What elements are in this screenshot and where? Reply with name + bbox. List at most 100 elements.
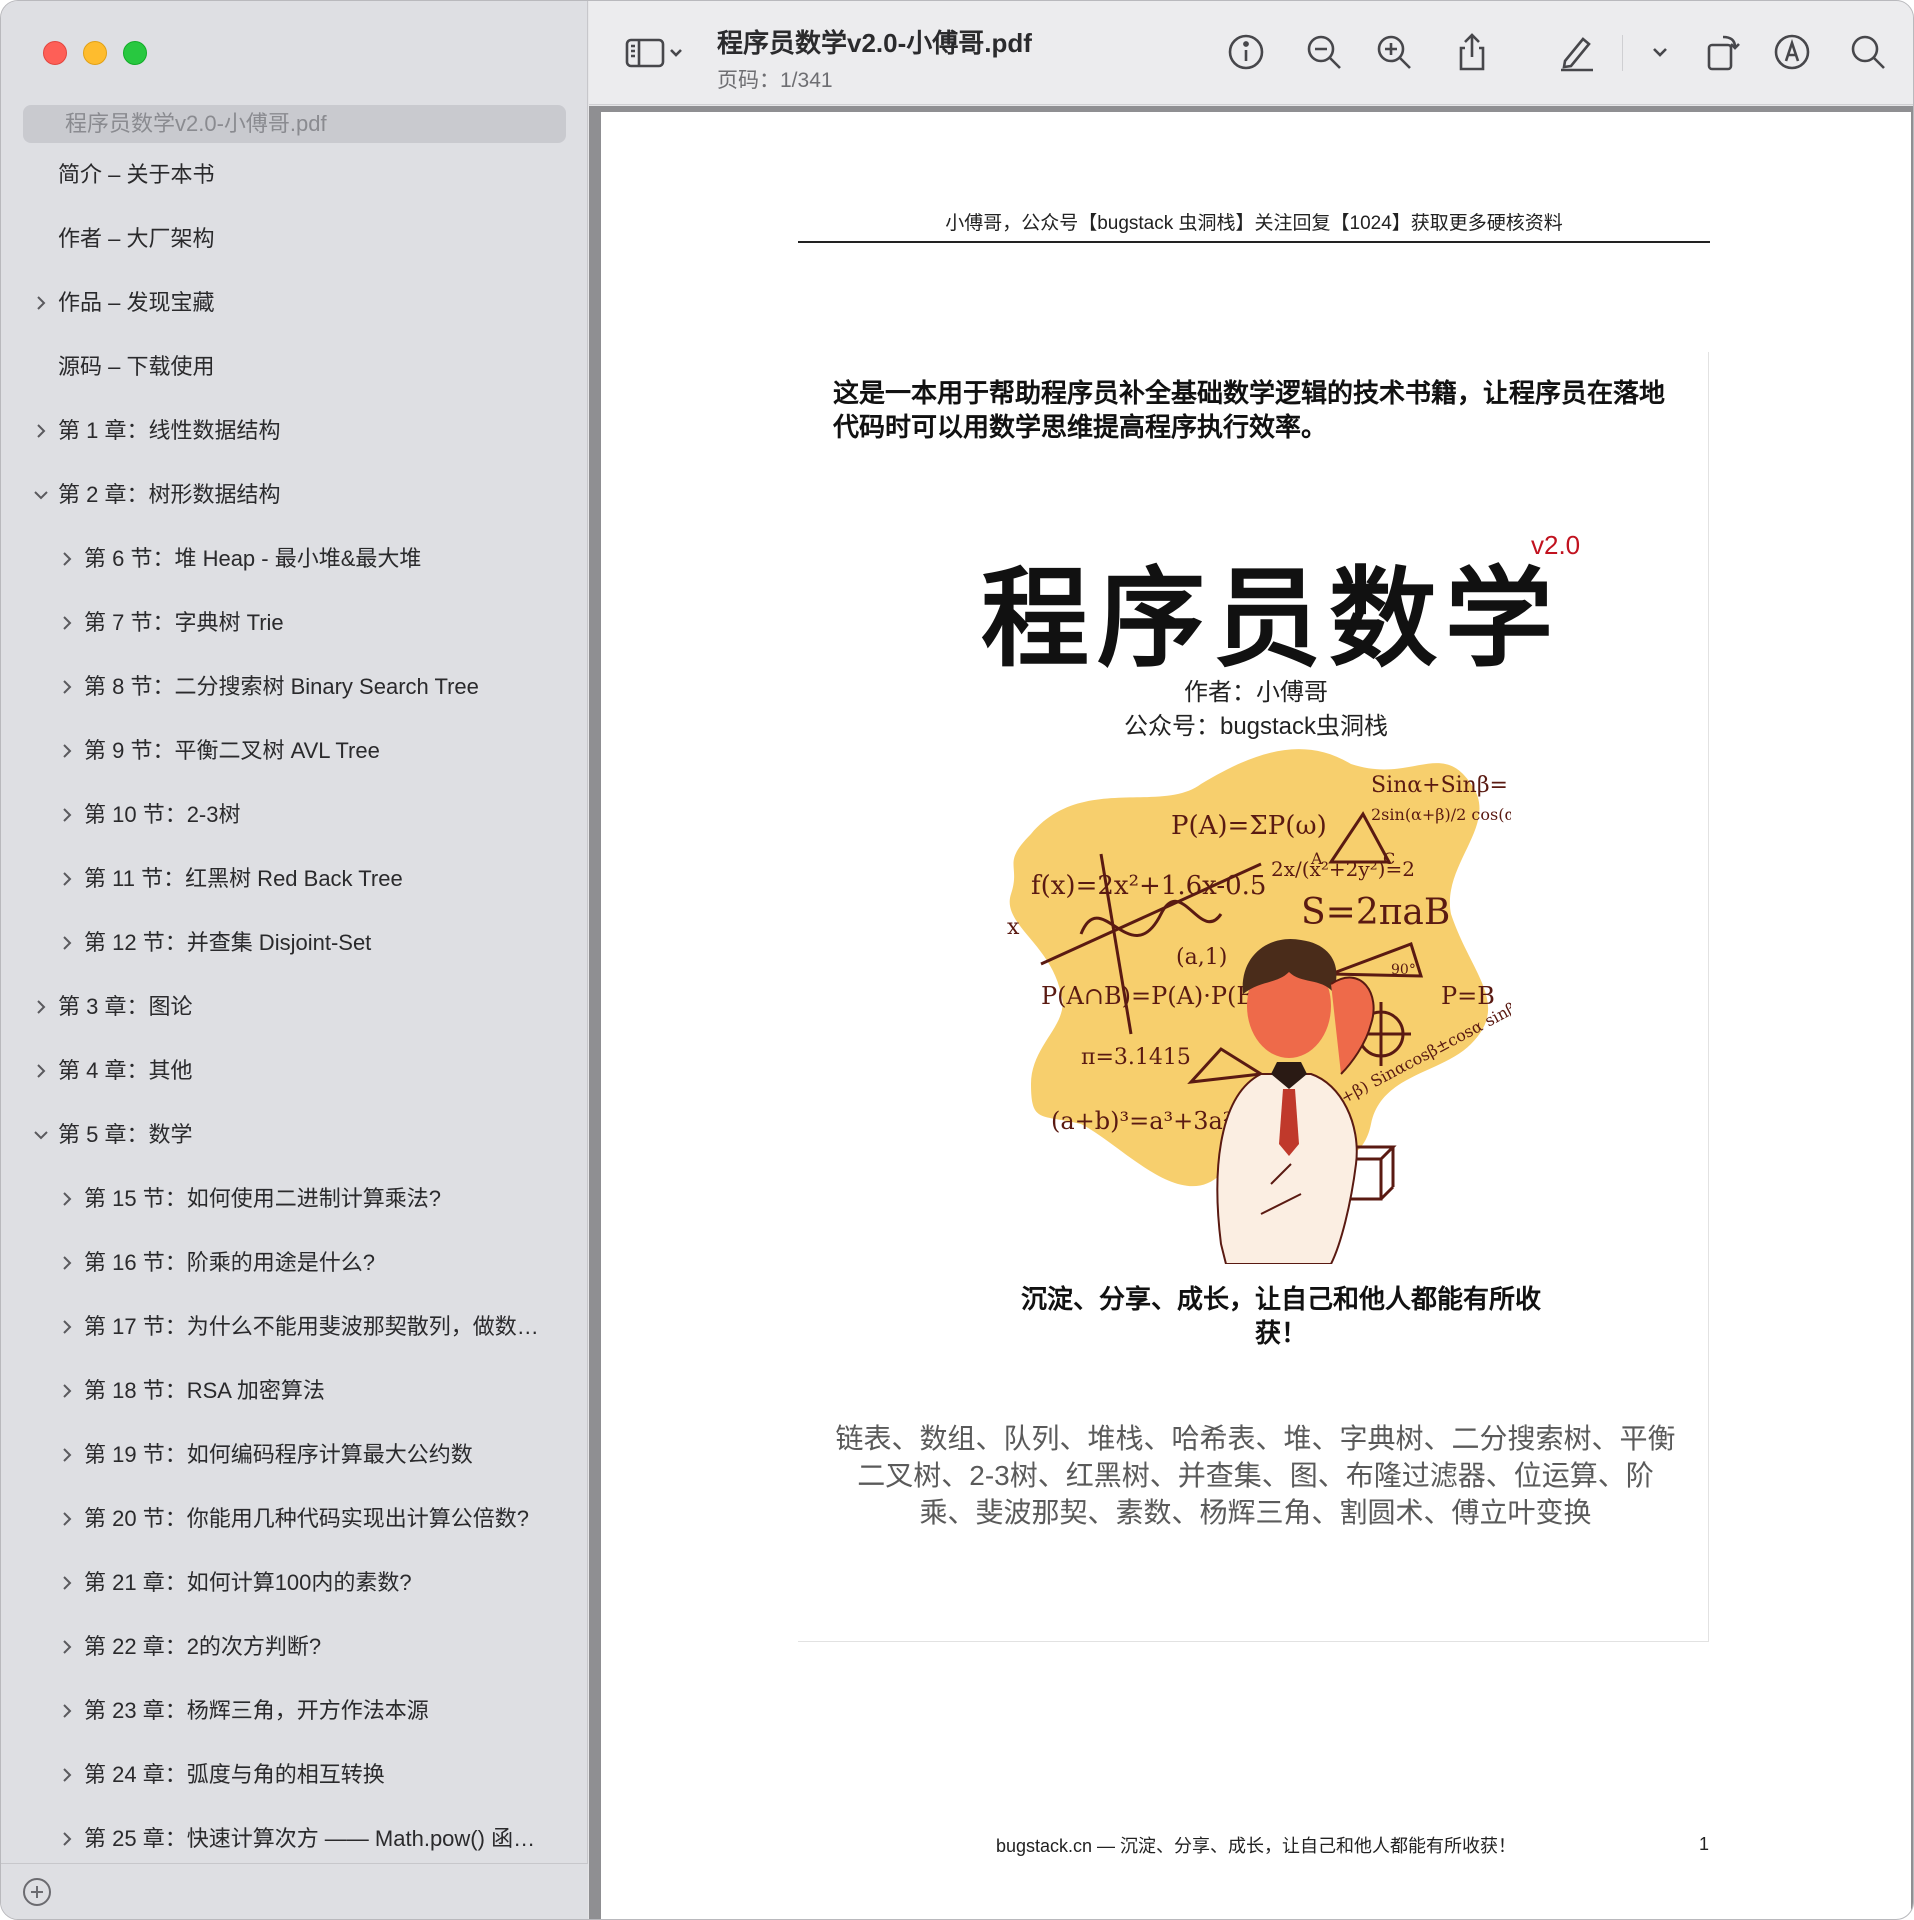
chevron-right-icon[interactable] xyxy=(57,719,77,783)
outline-item[interactable]: 第 6 节：堆 Heap - 最小堆&最大堆 xyxy=(1,527,588,591)
outline-item-label: 第 19 节：如何编码程序计算最大公约数 xyxy=(84,1442,473,1467)
chevron-right-icon[interactable] xyxy=(57,1615,77,1679)
topics-list: 链表、数组、队列、堆栈、哈希表、堆、字典树、二分搜索树、平衡二叉树、2-3树、红… xyxy=(835,1423,1676,1528)
chevron-right-icon[interactable] xyxy=(57,1551,77,1615)
outline-item-label: 源码 – 下载使用 xyxy=(58,354,215,379)
zoom-button[interactable] xyxy=(123,41,147,65)
outline-item[interactable]: 第 10 节：2-3树 xyxy=(1,783,588,847)
frame-line xyxy=(798,1641,1709,1642)
outline-item-label: 第 10 节：2-3树 xyxy=(84,802,241,827)
outline-item[interactable]: 作品 – 发现宝藏 xyxy=(1,271,588,335)
add-bookmark-button[interactable] xyxy=(23,1878,51,1906)
outline-item[interactable]: 第 20 节：你能用几种代码实现出计算公倍数? xyxy=(1,1487,588,1551)
chevron-right-icon[interactable] xyxy=(57,1679,77,1743)
document-view[interactable]: 小傅哥，公众号【bugstack 虫洞栈】关注回复【1024】获取更多硬核资料 … xyxy=(589,106,1913,1919)
outline-item[interactable]: 第 16 节：阶乘的用途是什么? xyxy=(1,1231,588,1295)
outline-item[interactable]: 第 1 章：线性数据结构 xyxy=(1,399,588,463)
book-title: 程序员数学 xyxy=(981,557,1562,682)
outline-item-label: 第 4 章：其他 xyxy=(58,1058,193,1083)
outline-item[interactable]: 第 23 章：杨辉三角，开方作法本源 xyxy=(1,1679,588,1743)
chevron-right-icon[interactable] xyxy=(57,591,77,655)
page-header: 小傅哥，公众号【bugstack 虫洞栈】关注回复【1024】获取更多硬核资料 xyxy=(798,208,1710,243)
outline-item[interactable]: 源码 – 下载使用 xyxy=(1,335,588,399)
chevron-right-icon[interactable] xyxy=(57,1295,77,1359)
chevron-right-icon[interactable] xyxy=(31,399,51,463)
outline-item[interactable]: 第 17 节：为什么不能用斐波那契散列，做数… xyxy=(1,1295,588,1359)
chevron-down-icon[interactable] xyxy=(31,463,51,527)
outline-item-label: 第 20 节：你能用几种代码实现出计算公倍数? xyxy=(84,1506,529,1531)
chevron-right-icon[interactable] xyxy=(57,783,77,847)
chevron-right-icon[interactable] xyxy=(57,847,77,911)
outline-item-label: 第 17 节：为什么不能用斐波那契散列，做数… xyxy=(84,1314,539,1339)
markup-pen-icon[interactable] xyxy=(1555,31,1597,73)
outline-item[interactable]: 第 9 节：平衡二叉树 AVL Tree xyxy=(1,719,588,783)
info-icon[interactable] xyxy=(1225,31,1267,73)
chevron-right-icon[interactable] xyxy=(57,1487,77,1551)
outline-item[interactable]: 第 22 章：2的次方判断? xyxy=(1,1615,588,1679)
frame-line xyxy=(1708,352,1709,1642)
sidebar-toggle-icon[interactable] xyxy=(623,31,685,73)
pdf-page: 小傅哥，公众号【bugstack 虫洞栈】关注回复【1024】获取更多硬核资料 … xyxy=(601,112,1911,1919)
outline-item[interactable]: 第 11 节：红黑树 Red Back Tree xyxy=(1,847,588,911)
annotate-icon[interactable] xyxy=(1771,31,1813,73)
outline-item-label: 第 1 章：线性数据结构 xyxy=(58,418,281,443)
outline-item[interactable]: 第 5 章：数学 xyxy=(1,1103,588,1167)
author-line: 作者：小傅哥 xyxy=(1184,679,1328,706)
chevron-right-icon[interactable] xyxy=(57,1423,77,1487)
chevron-down-icon[interactable] xyxy=(1645,31,1675,73)
page-footer: bugstack.cn — 沉淀、分享、成长，让自己和他人都能有所收获！ xyxy=(995,1836,1517,1856)
chevron-right-icon[interactable] xyxy=(57,527,77,591)
search-icon[interactable] xyxy=(1847,31,1889,73)
document-title[interactable]: 程序员数学v2.0-小傅哥.pdf xyxy=(717,23,1032,60)
outline-item[interactable]: 作者 – 大厂架构 xyxy=(1,207,588,271)
chevron-right-icon[interactable] xyxy=(57,1167,77,1231)
outline-item[interactable]: 简介 – 关于本书 xyxy=(1,143,588,207)
chevron-right-icon[interactable] xyxy=(57,911,77,975)
formula-text: P(A)=ΣP(ω) xyxy=(1171,811,1327,841)
outline-item-label: 第 21 章：如何计算100内的素数? xyxy=(84,1570,412,1595)
outline-item-label: 第 24 章：弧度与角的相互转换 xyxy=(84,1762,385,1787)
outline-item[interactable]: 第 8 节：二分搜索树 Binary Search Tree xyxy=(1,655,588,719)
formula-text: (a,1) xyxy=(1176,945,1227,970)
outline-item[interactable]: 第 19 节：如何编码程序计算最大公约数 xyxy=(1,1423,588,1487)
outline-document-header[interactable]: 程序员数学v2.0-小傅哥.pdf xyxy=(23,105,566,143)
outline-item[interactable]: 第 2 章：树形数据结构 xyxy=(1,463,588,527)
outline-item[interactable]: 第 7 节：字典树 Trie xyxy=(1,591,588,655)
outline-list: 程序员数学v2.0-小傅哥.pdf 简介 – 关于本书 作者 – 大厂架构作品 –… xyxy=(1,105,588,1871)
slogan: 沉淀、分享、成长，让自己和他人都能有所收获！ xyxy=(1021,1284,1542,1348)
rotate-icon[interactable] xyxy=(1701,31,1743,73)
outline-item-label: 简介 – 关于本书 xyxy=(58,162,215,187)
formula-text: π=3.1415 xyxy=(1081,1045,1191,1070)
outline-item[interactable]: 第 21 章：如何计算100内的素数? xyxy=(1,1551,588,1615)
outline-item[interactable]: 第 24 章：弧度与角的相互转换 xyxy=(1,1743,588,1807)
outline-item-label: 第 23 章：杨辉三角，开方作法本源 xyxy=(84,1698,429,1723)
chevron-right-icon[interactable] xyxy=(31,1039,51,1103)
formula-text: x xyxy=(1007,915,1020,940)
chevron-right-icon[interactable] xyxy=(31,975,51,1039)
zoom-out-icon[interactable] xyxy=(1303,31,1345,73)
outline-item[interactable]: 第 25 章：快速计算次方 —— Math.pow() 函… xyxy=(1,1807,588,1871)
chevron-down-icon[interactable] xyxy=(31,1103,51,1167)
chevron-right-icon[interactable] xyxy=(57,1231,77,1295)
outline-item-label: 作者 – 大厂架构 xyxy=(58,226,215,251)
outline-item-label: 第 12 节：并查集 Disjoint-Set xyxy=(84,930,372,955)
chevron-right-icon[interactable] xyxy=(31,271,51,335)
share-icon[interactable] xyxy=(1451,31,1493,73)
outline-item-label: 第 11 节：红黑树 Red Back Tree xyxy=(84,866,403,891)
page-number: 1 xyxy=(1699,1834,1710,1854)
toolbar: 程序员数学v2.0-小傅哥.pdf 页码：1/341 xyxy=(589,1,1913,105)
chevron-right-icon[interactable] xyxy=(57,655,77,719)
outline-item[interactable]: 第 18 节：RSA 加密算法 xyxy=(1,1359,588,1423)
minimize-button[interactable] xyxy=(83,41,107,65)
chevron-right-icon[interactable] xyxy=(57,1359,77,1423)
outline-item[interactable]: 第 4 章：其他 xyxy=(1,1039,588,1103)
close-button[interactable] xyxy=(43,41,67,65)
zoom-in-icon[interactable] xyxy=(1373,31,1415,73)
chevron-right-icon[interactable] xyxy=(57,1807,77,1871)
outline-item[interactable]: 第 3 章：图论 xyxy=(1,975,588,1039)
chevron-right-icon[interactable] xyxy=(57,1743,77,1807)
outline-item[interactable]: 第 12 节：并查集 Disjoint-Set xyxy=(1,911,588,975)
outline-item[interactable]: 第 15 节：如何使用二进制计算乘法? xyxy=(1,1167,588,1231)
outline-item-label: 第 15 节：如何使用二进制计算乘法? xyxy=(84,1186,441,1211)
cover-illustration: f(x)=2x²+1.6x-0.5 Sinα+Sinβ= 2sin(α+β)/2… xyxy=(1007,749,1511,1264)
